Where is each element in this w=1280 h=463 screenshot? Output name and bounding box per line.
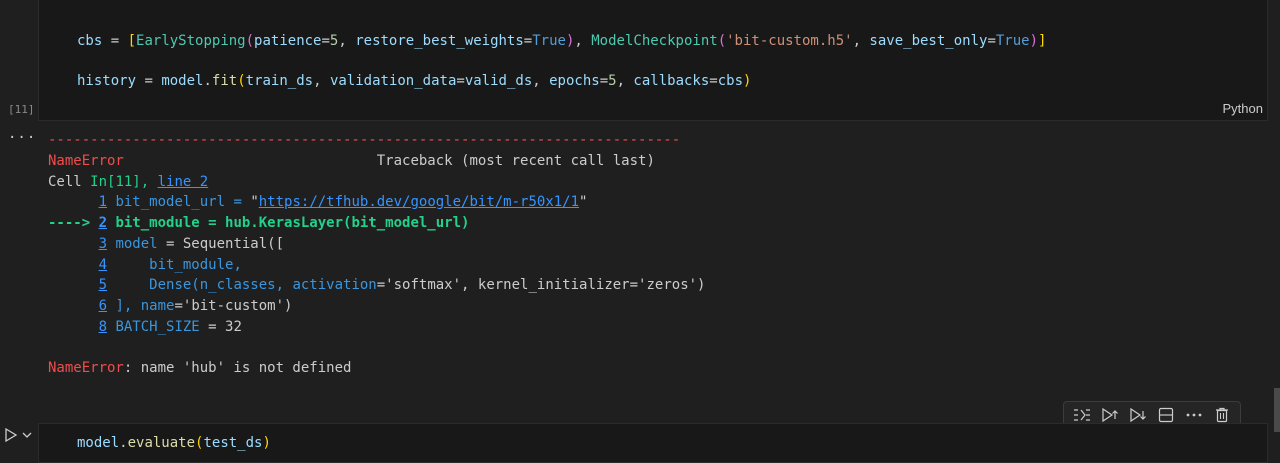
run-cell-button[interactable] bbox=[4, 424, 40, 446]
traceback-line-current: ----> 2 bit_module = hub.KerasLayer(bit_… bbox=[48, 215, 470, 231]
traceback-cell-ref: Cell In[11], line 2 bbox=[48, 174, 209, 190]
line-number-link[interactable]: 1 bbox=[99, 194, 107, 210]
code-line-cbs: cbs = [EarlyStopping(patience=5, restore… bbox=[77, 33, 1047, 49]
traceback-line: 1 bit_model_url = "https://tfhub.dev/goo… bbox=[98, 194, 588, 210]
traceback-separator: ----------------------------------------… bbox=[48, 132, 681, 148]
code-cell[interactable]: ) cbs = [EarlyStopping(patience=5, resto… bbox=[38, 0, 1268, 121]
traceback-line: 6 ], name='bit-custom') bbox=[98, 298, 293, 314]
line-number-link[interactable]: 5 bbox=[99, 277, 107, 293]
tfhub-url-link[interactable]: https://tfhub.dev/google/bit/m-r50x1/1 bbox=[259, 194, 579, 210]
line-number-link[interactable]: 3 bbox=[99, 236, 107, 252]
chevron-down-icon bbox=[22, 432, 32, 438]
line-number-link[interactable]: 8 bbox=[99, 319, 107, 335]
line-number-link[interactable]: 6 bbox=[99, 298, 107, 314]
line-number-link[interactable]: 2 bbox=[99, 215, 107, 231]
code-line-history: history = model.fit(train_ds, validation… bbox=[77, 73, 752, 89]
traceback-line: 8 BATCH_SIZE = 32 bbox=[98, 319, 242, 335]
output-more-icon[interactable]: ··· bbox=[8, 130, 36, 146]
traceback-line: 5 Dense(n_classes, activation='softmax',… bbox=[98, 277, 706, 293]
traceback-line-link[interactable]: line 2 bbox=[158, 174, 209, 190]
traceback-line: 3 model = Sequential([ bbox=[98, 236, 285, 252]
error-message: NameError: name 'hub' is not defined bbox=[48, 360, 352, 376]
code-cell-next[interactable]: model.evaluate(test_ds) bbox=[38, 423, 1268, 463]
language-label[interactable]: Python bbox=[1223, 101, 1263, 116]
traceback-header: NameError Traceback (most recent call la… bbox=[48, 153, 655, 169]
traceback-line: 4 bit_module, bbox=[98, 257, 242, 273]
line-number-link[interactable]: 4 bbox=[99, 257, 107, 273]
code-line-evaluate: model.evaluate(test_ds) bbox=[77, 435, 271, 451]
execution-count: [11] bbox=[8, 103, 35, 116]
output-scrollbar[interactable] bbox=[1274, 388, 1280, 432]
run-icon bbox=[5, 427, 18, 443]
